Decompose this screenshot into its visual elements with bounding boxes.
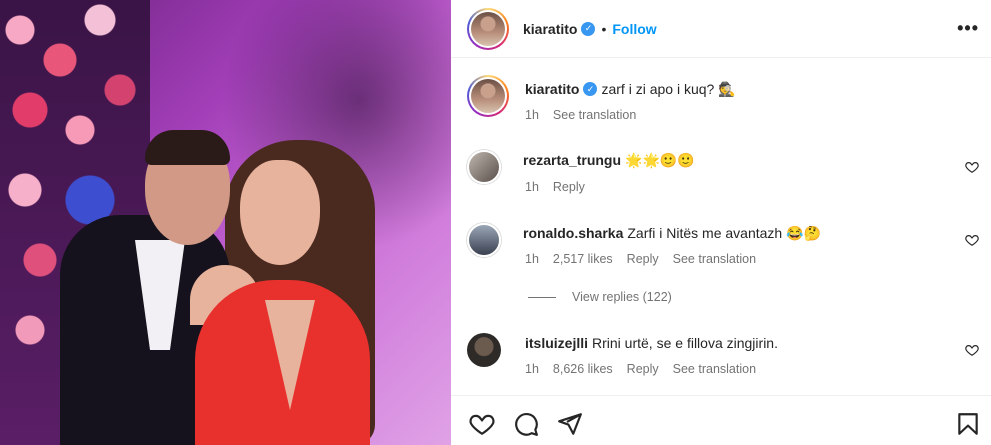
comment-meta: 1h Reply xyxy=(525,180,585,194)
caption-username[interactable]: kiaratito xyxy=(525,81,579,97)
see-translation-link[interactable]: See translation xyxy=(553,108,636,122)
post-header: kiaratito ✓ • Follow ••• xyxy=(451,0,991,58)
see-translation-link[interactable]: See translation xyxy=(673,252,756,266)
verified-badge-icon: ✓ xyxy=(583,82,598,96)
comment-text: Zarfi i Nitës me avantazh 😂🤔 xyxy=(627,225,821,241)
comment-text: 🌟🌟🙂🙂 xyxy=(625,152,695,168)
caption-author-avatar[interactable] xyxy=(467,75,509,117)
comment-meta: 1h 8,626 likes Reply See translation xyxy=(525,362,756,376)
comment-text: Rrini urtë, se e fillova zingjirin. xyxy=(592,335,778,351)
reply-button[interactable]: Reply xyxy=(553,180,585,194)
view-replies-button[interactable]: View replies (122) xyxy=(528,290,672,304)
comment-username[interactable]: rezarta_trungu xyxy=(523,152,621,168)
comment-time: 1h xyxy=(525,180,539,194)
share-icon[interactable] xyxy=(557,411,583,437)
likes-count[interactable]: 2,517 likes xyxy=(553,252,613,266)
comment-time: 1h xyxy=(525,252,539,266)
follow-button[interactable]: Follow xyxy=(612,21,656,37)
heart-icon[interactable] xyxy=(965,160,979,174)
likes-count[interactable]: 8,626 likes xyxy=(553,362,613,376)
see-translation-link[interactable]: See translation xyxy=(673,362,756,376)
bookmark-icon[interactable] xyxy=(955,411,981,437)
commenter-avatar[interactable] xyxy=(467,150,501,184)
post-side-panel: kiaratito ✓ • Follow ••• kiaratito ✓ zar… xyxy=(451,0,991,445)
woman-face xyxy=(240,160,320,265)
comment-time: 1h xyxy=(525,362,539,376)
heart-icon[interactable] xyxy=(469,411,495,437)
action-bar xyxy=(451,395,991,445)
comment-username[interactable]: itsluizejlli xyxy=(525,335,588,351)
caption-meta: 1h See translation xyxy=(525,108,636,122)
reply-button[interactable]: Reply xyxy=(627,362,659,376)
more-options-icon[interactable]: ••• xyxy=(957,18,979,39)
comment-meta: 1h 2,517 likes Reply See translation xyxy=(525,252,756,266)
man-hair xyxy=(145,130,230,165)
caption-time: 1h xyxy=(525,108,539,122)
comment-row: rezarta_trungu 🌟🌟🙂🙂 xyxy=(467,150,695,184)
replies-divider xyxy=(528,296,556,298)
heart-icon[interactable] xyxy=(965,233,979,247)
separator-dot: • xyxy=(601,20,607,37)
author-avatar[interactable] xyxy=(467,7,509,50)
comment-username[interactable]: ronaldo.sharka xyxy=(523,225,623,241)
heart-icon[interactable] xyxy=(965,343,979,357)
verified-badge-icon: ✓ xyxy=(581,21,596,36)
reply-button[interactable]: Reply xyxy=(627,252,659,266)
comment-icon[interactable] xyxy=(513,411,539,437)
caption-text: zarf i zi apo i kuq? 🕵 xyxy=(601,80,736,97)
author-username[interactable]: kiaratito xyxy=(523,21,577,37)
commenter-avatar[interactable] xyxy=(467,223,501,257)
view-replies-label: View replies (122) xyxy=(572,290,672,304)
commenter-avatar[interactable] xyxy=(467,333,501,367)
post-photo[interactable] xyxy=(0,0,451,445)
